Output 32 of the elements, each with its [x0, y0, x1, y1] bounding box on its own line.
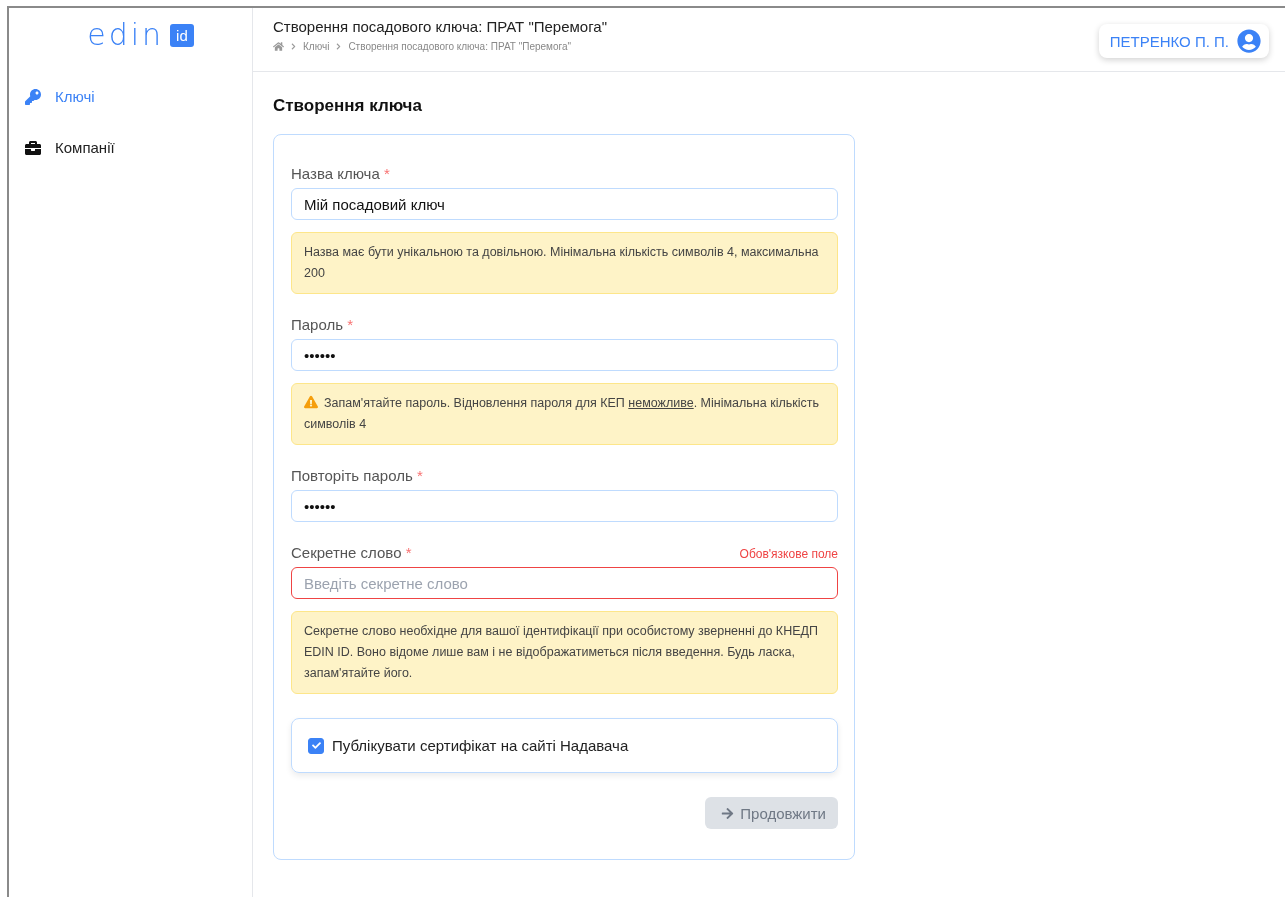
hint-text: Секретне слово необхідне для вашої ідентифікації при особистому зверненні до КНЕДП EDIN ID. Воно відоме лише вам і не відображатиметься після введення. Будь ласка, запам'ятайте його. — [304, 623, 819, 682]
key-icon — [25, 88, 41, 105]
field-label: Повторіть пароль * — [291, 467, 423, 484]
warning-icon — [304, 395, 318, 409]
logo: edin id — [9, 8, 252, 62]
sidebar-item[interactable]: Ключі — [9, 74, 252, 119]
breadcrumb-link[interactable]: Створення посадового ключа: ПРАТ "Перемога" — [348, 41, 572, 52]
hint-text: Запам'ятайте пароль. Відновлення пароля для КЕП неможливе. Мінімальна кількість символів 4 — [304, 394, 820, 433]
field-label: Назва ключа * — [291, 165, 390, 182]
user-icon — [1237, 29, 1261, 53]
inline-link[interactable]: неможливе — [628, 396, 694, 410]
breadcrumb-link[interactable]: Ключі — [303, 41, 330, 52]
briefcase-icon — [25, 139, 41, 156]
check-icon — [311, 741, 321, 750]
form-title: Створення ключа — [273, 96, 423, 116]
field-label: Пароль * — [291, 316, 354, 333]
input-field[interactable]: Введіть секретне слово — [291, 567, 838, 599]
home-icon[interactable] — [273, 41, 284, 52]
field-label: Секретне слово * — [291, 544, 412, 561]
user-button[interactable]: ПЕТРЕНКО П. П. — [1098, 24, 1269, 58]
hint-text: Назва має бути унікальною та довільною. Мінімальна кількість символів 4, максимальна 200 — [304, 244, 820, 282]
input-field[interactable]: •••••• — [291, 339, 838, 371]
chevron-icon — [335, 43, 343, 50]
sidebar-item[interactable]: Компанії — [9, 125, 252, 170]
checkbox[interactable] — [308, 737, 324, 754]
input-field[interactable]: Мій посадовий ключ — [291, 188, 838, 220]
error-text: Обов'язкове поле — [739, 547, 838, 561]
chevron-icon — [290, 43, 297, 50]
arrow-right-icon — [721, 806, 735, 820]
input-field[interactable]: •••••• — [291, 490, 838, 522]
page-title: Створення посадового ключа: ПРАТ "Перемога" — [273, 18, 608, 35]
checkbox-label: Публікувати сертифікат на сайті Надавача — [332, 737, 629, 754]
